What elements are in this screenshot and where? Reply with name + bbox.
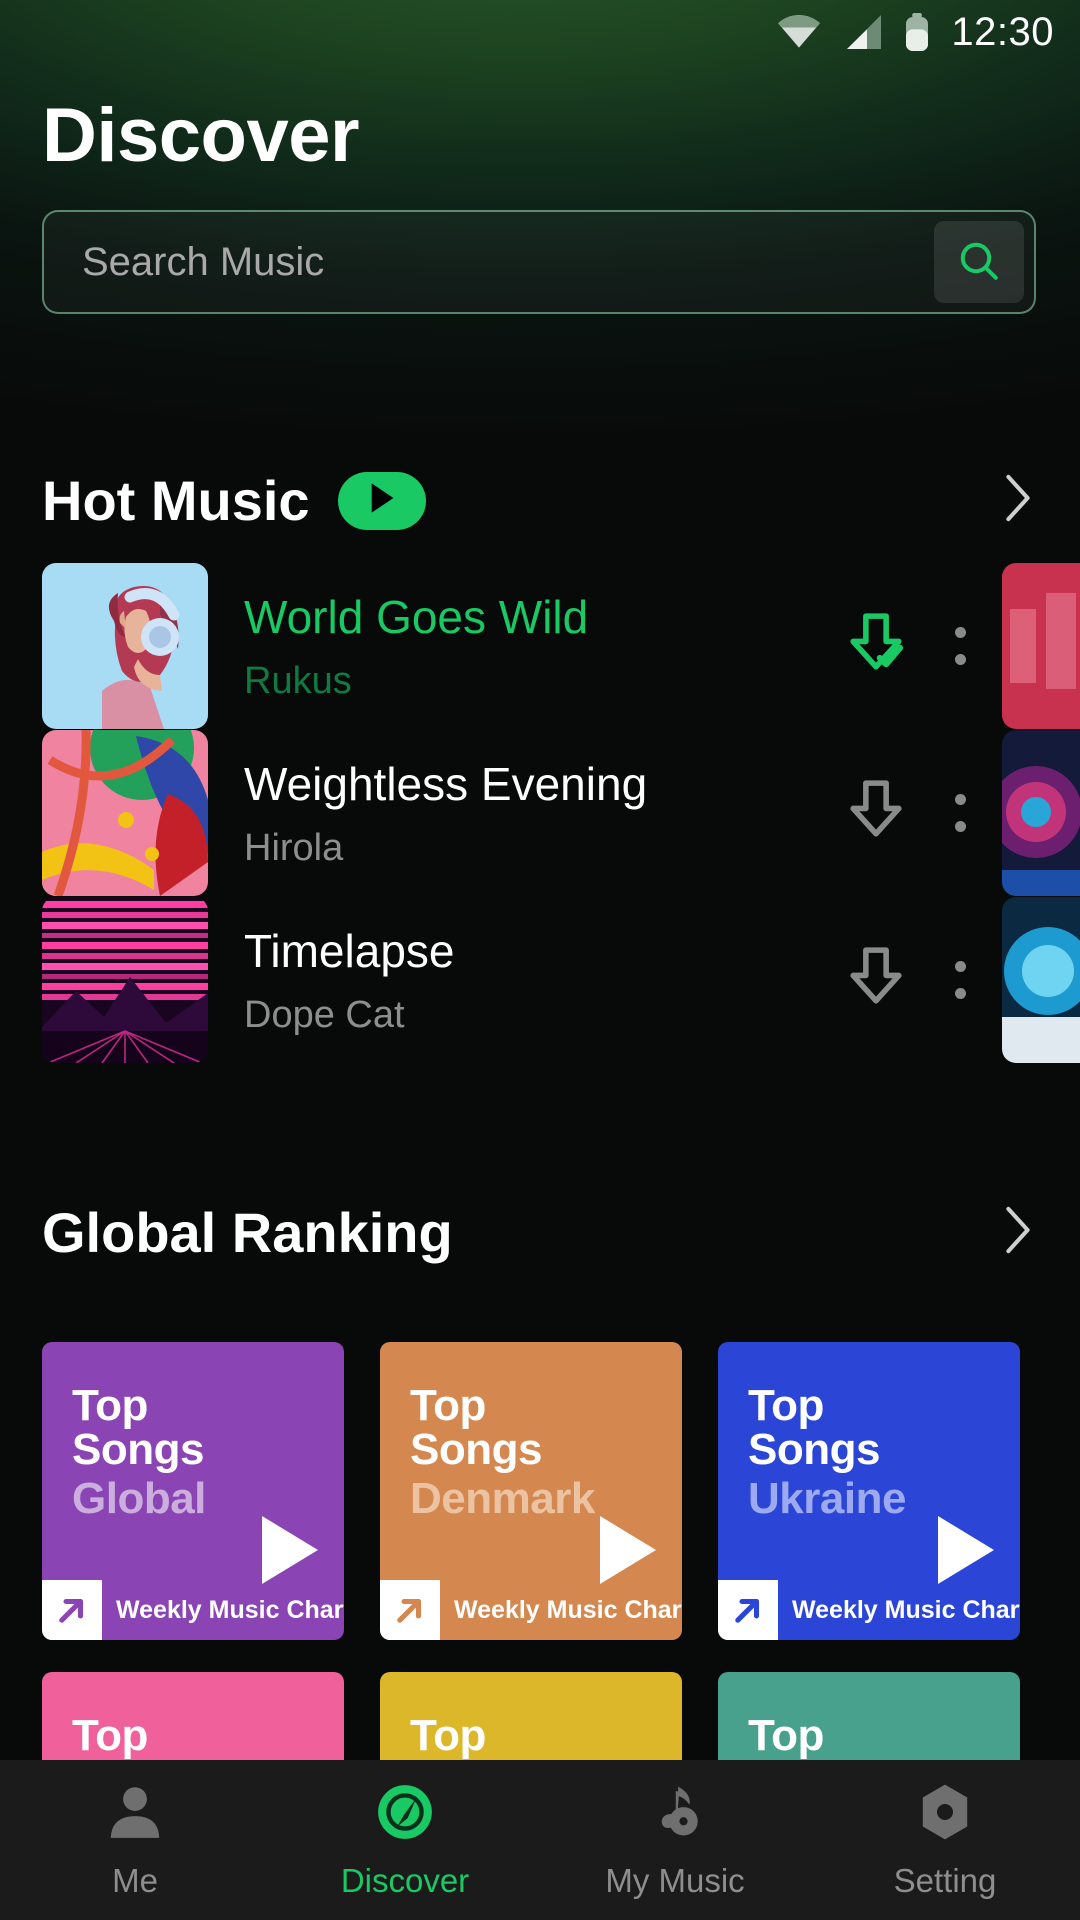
status-bar: 12:30: [0, 0, 1080, 64]
ranking-card-songs: Songs: [748, 1425, 880, 1474]
song-info: Weightless Evening Hirola: [244, 757, 830, 870]
ranking-card[interactable]: Top Songs Ukraine Weekly Music Charts: [718, 1342, 1020, 1640]
song-artist: Hirola: [244, 826, 344, 869]
play-triangle-icon[interactable]: [262, 1516, 318, 1584]
ranking-card-footer: Weekly Music Charts: [380, 1580, 682, 1640]
search-button[interactable]: [934, 221, 1024, 303]
album-art: [42, 897, 208, 1063]
wifi-icon: [777, 15, 821, 49]
album-art: [42, 730, 208, 896]
album-art: [42, 563, 208, 729]
table-row[interactable]: Timelapse Dope Cat: [42, 897, 1080, 1063]
play-icon: [367, 482, 397, 519]
page-title: Discover: [42, 93, 360, 178]
ranking-card-songs: Songs: [72, 1425, 204, 1474]
nav-item-setting[interactable]: Setting: [810, 1760, 1080, 1920]
carousel-peek-album-art[interactable]: [1002, 897, 1080, 1063]
hot-music-more-chevron[interactable]: [1000, 473, 1036, 528]
ranking-card-text: Top Songs Ukraine: [718, 1342, 1020, 1522]
ranking-card-footer: Weekly Music Charts: [42, 1580, 344, 1640]
download-check-icon: [838, 606, 914, 687]
arrow-up-right-icon: [718, 1580, 778, 1640]
nav-label: My Music: [605, 1861, 745, 1899]
hot-music-header: Hot Music: [42, 468, 1036, 533]
ranking-card-top: Top: [72, 1711, 148, 1760]
ranking-card-footer: Weekly Music Charts: [718, 1580, 1020, 1640]
nav-label: Discover: [340, 1861, 470, 1899]
more-vertical-icon: [954, 627, 966, 665]
status-bar-clock: 12:30: [951, 9, 1054, 54]
download-button[interactable]: [830, 600, 922, 692]
song-more-options-button[interactable]: [922, 934, 998, 1026]
ranking-card[interactable]: Top Songs Denmark Weekly Music Charts: [380, 1342, 682, 1640]
cellular-signal-icon: [843, 15, 883, 49]
ranking-card-top: Top: [748, 1381, 824, 1430]
chevron-right-icon: [1000, 1206, 1036, 1259]
nav-item-me[interactable]: Me: [0, 1760, 270, 1920]
carousel-peek-album-art[interactable]: [1002, 730, 1080, 896]
bottom-navigation-bar: Me Discover My Music Setting: [0, 1760, 1080, 1920]
compass-icon: [374, 1781, 436, 1848]
arrow-up-right-icon: [380, 1580, 440, 1640]
carousel-peek-album-art[interactable]: [1002, 563, 1080, 729]
search-icon: [955, 237, 1003, 288]
nav-label: Setting: [893, 1861, 997, 1899]
ranking-card-text: Top: [380, 1672, 682, 1758]
ranking-card-text: Top Songs Global: [42, 1342, 344, 1522]
ranking-card-text: Top: [42, 1672, 344, 1758]
battery-icon: [905, 13, 929, 51]
song-more-options-button[interactable]: [922, 767, 998, 859]
search-bar[interactable]: [42, 210, 1036, 314]
more-vertical-icon: [954, 961, 966, 999]
global-ranking-header: Global Ranking: [42, 1200, 1036, 1265]
song-info: Timelapse Dope Cat: [244, 924, 830, 1037]
gear-hexagon-icon: [914, 1781, 976, 1848]
nav-item-discover[interactable]: Discover: [270, 1760, 540, 1920]
ranking-card-text: Top Songs Denmark: [380, 1342, 682, 1522]
download-icon: [838, 940, 914, 1021]
global-ranking-more-chevron[interactable]: [1000, 1205, 1036, 1260]
play-triangle-icon[interactable]: [600, 1516, 656, 1584]
hot-music-play-button[interactable]: [337, 471, 426, 530]
ranking-card-top: Top: [748, 1711, 824, 1760]
global-ranking-title: Global Ranking: [42, 1201, 453, 1264]
download-icon: [838, 773, 914, 854]
song-more-options-button[interactable]: [922, 600, 998, 692]
song-artist: Dope Cat: [244, 993, 405, 1036]
search-input[interactable]: [44, 212, 934, 312]
person-icon: [104, 1781, 166, 1848]
song-artist: Rukus: [244, 659, 352, 702]
song-info: World Goes Wild Rukus: [244, 590, 830, 703]
download-button[interactable]: [830, 767, 922, 859]
ranking-card-text: Top: [718, 1672, 1020, 1758]
ranking-card-footer-label: Weekly Music Charts: [116, 1595, 344, 1624]
download-button[interactable]: [830, 934, 922, 1026]
hot-music-title: Hot Music: [42, 469, 310, 532]
nav-item-my-music[interactable]: My Music: [540, 1760, 810, 1920]
ranking-card-footer-label: Weekly Music Charts: [792, 1595, 1020, 1624]
arrow-up-right-icon: [42, 1580, 102, 1640]
app-screen: 12:30 Discover Hot Music: [0, 0, 1080, 1920]
ranking-card[interactable]: Top Songs Global Weekly Music Charts: [42, 1342, 344, 1640]
chevron-right-icon: [1000, 474, 1036, 527]
table-row[interactable]: World Goes Wild Rukus: [42, 563, 1080, 729]
ranking-card-songs: Songs: [410, 1425, 542, 1474]
more-vertical-icon: [954, 794, 966, 832]
ranking-card-top: Top: [410, 1711, 486, 1760]
nav-label: Me: [112, 1861, 158, 1899]
music-note-icon: [644, 1781, 706, 1848]
song-title: World Goes Wild: [244, 590, 589, 643]
song-title: Timelapse: [244, 924, 455, 977]
ranking-card-top: Top: [410, 1381, 486, 1430]
table-row[interactable]: Weightless Evening Hirola: [42, 730, 1080, 896]
ranking-card-top: Top: [72, 1381, 148, 1430]
ranking-card-footer-label: Weekly Music Charts: [454, 1595, 682, 1624]
play-triangle-icon[interactable]: [938, 1516, 994, 1584]
song-title: Weightless Evening: [244, 757, 648, 810]
